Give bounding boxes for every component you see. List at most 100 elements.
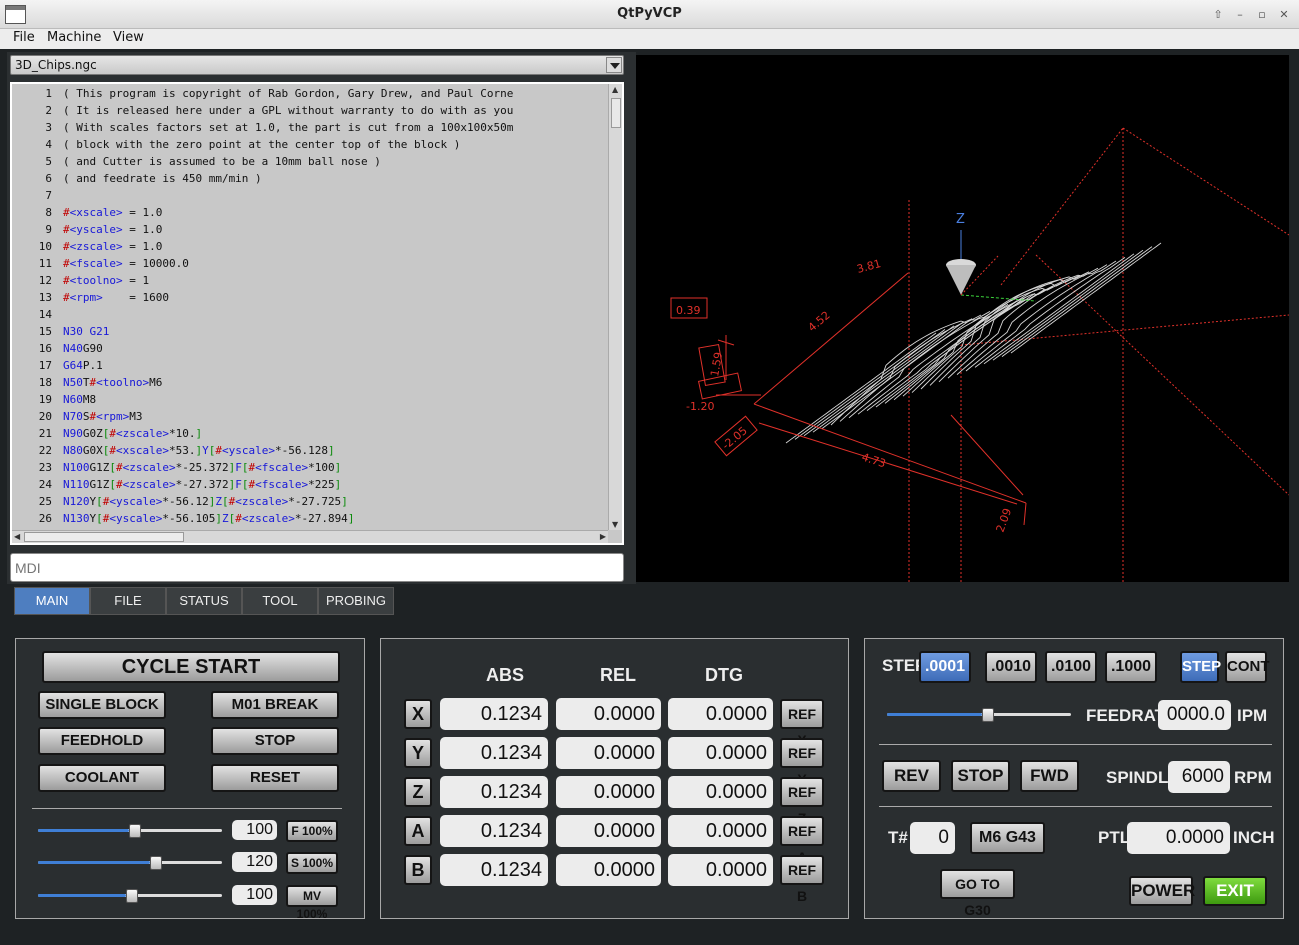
code-token: F (235, 478, 242, 491)
vertical-scroll-thumb[interactable] (611, 98, 621, 128)
dro-header-abs: ABS (486, 665, 525, 685)
m6-g43-button[interactable]: M6 G43 (970, 822, 1045, 854)
tool-cone-icon (946, 230, 1037, 302)
code-token: ] (195, 427, 203, 440)
spindle-stop-button[interactable]: STOP (951, 760, 1010, 792)
single-block-button[interactable]: SINGLE BLOCK (38, 691, 166, 719)
spindle-field[interactable]: 6000 (1168, 761, 1230, 793)
coolant-button[interactable]: COOLANT (38, 764, 166, 792)
close-icon[interactable]: ✕ (1276, 7, 1292, 23)
override-reset-button[interactable]: F 100% (286, 820, 338, 842)
vertical-scrollbar[interactable]: ▲ ▼ (608, 84, 622, 530)
spindle-fwd-button[interactable]: FWD (1020, 760, 1079, 792)
code-token: *-56.128 (274, 444, 328, 457)
tool-number-field[interactable]: 0 (910, 822, 955, 854)
file-selector-value: 3D_Chips.ngc (15, 58, 97, 72)
menu-view[interactable]: View (113, 30, 144, 45)
mode-cont-button[interactable]: CONT (1225, 651, 1270, 683)
go-to-g30-button[interactable]: GO TO G30 (940, 869, 1015, 918)
toolpath-3d-viewer[interactable]: 3.81 0.39 4.52 1.59 -1.20 -2.05 4.73 2.0… (636, 55, 1289, 582)
axis-a-label[interactable]: A (404, 816, 432, 846)
dtg-value-x: 0.0000 (668, 698, 773, 730)
code-line: N100G1Z[#<zscale>*-25.372]F[#<fscale>*10… (63, 461, 341, 474)
override-slider[interactable] (38, 886, 222, 906)
tab-status[interactable]: STATUS (166, 587, 242, 615)
mdi-field[interactable] (10, 553, 624, 582)
override-value[interactable]: 100 (232, 820, 277, 840)
jog-increment-button[interactable]: .0010 (985, 651, 1037, 683)
feedhold-button[interactable]: FEEDHOLD (38, 727, 166, 755)
code-token: ] (215, 512, 222, 525)
code-line: #<yscale> = 1.0 (63, 223, 162, 236)
code-token: <xscale> (116, 444, 169, 457)
ref-a-button[interactable]: REF A (780, 816, 824, 865)
code-token: ] (334, 461, 342, 474)
override-reset-button[interactable]: MV 100% (286, 885, 338, 921)
scroll-left-icon[interactable]: ◀ (14, 532, 20, 541)
spindle-rev-button[interactable]: REV (882, 760, 941, 792)
jog-increment-button[interactable]: .0100 (1045, 651, 1097, 683)
code-token: N30 (63, 325, 90, 338)
code-token: ( block with the zero point at the cente… (63, 138, 461, 151)
dim-label: 1.59 (708, 351, 725, 377)
ref-b-button[interactable]: REF B (780, 855, 824, 904)
mdi-input[interactable] (11, 554, 623, 581)
menu-machine[interactable]: Machine (47, 30, 101, 45)
m01-break-button[interactable]: M01 BREAK (211, 691, 339, 719)
horizontal-scrollbar[interactable]: ◀ ▶ (12, 530, 608, 543)
override-slider[interactable] (38, 853, 222, 873)
tab-file[interactable]: FILE (90, 587, 166, 615)
dro-header-dtg: DTG (705, 665, 743, 685)
override-slider-knob[interactable] (150, 856, 162, 870)
pane-splitter[interactable] (629, 52, 636, 584)
tab-main[interactable]: MAIN (14, 587, 90, 615)
power-button[interactable]: POWER (1129, 876, 1195, 906)
tab-probing[interactable]: PROBING (318, 587, 394, 615)
feedrate-field[interactable]: 0000.0 (1158, 700, 1231, 730)
ref-y-button[interactable]: REF Y (780, 738, 824, 787)
cycle-start-button[interactable]: CYCLE START (42, 651, 340, 683)
code-area[interactable]: ( This program is copyright of Rab Gordo… (62, 84, 607, 530)
reset-button[interactable]: RESET (211, 764, 339, 792)
code-token: P.1 (82, 359, 103, 372)
override-value[interactable]: 120 (232, 852, 277, 872)
axis-z-label[interactable]: Z (404, 777, 432, 807)
code-token: G1Z (89, 478, 110, 491)
feedrate-slider-knob[interactable] (982, 708, 994, 722)
override-slider[interactable] (38, 821, 222, 841)
menu-file[interactable]: File (13, 30, 35, 45)
minimize-icon[interactable]: – (1232, 7, 1248, 23)
maximize-icon[interactable]: ▫ (1254, 7, 1270, 23)
override-slider-knob[interactable] (126, 889, 138, 903)
override-reset-button[interactable]: S 100% (286, 852, 338, 874)
stop-button[interactable]: STOP (211, 727, 339, 755)
feedrate-slider[interactable] (887, 705, 1071, 725)
axis-y-label[interactable]: Y (404, 738, 432, 768)
mode-step-button[interactable]: STEP (1180, 651, 1221, 683)
override-slider-knob[interactable] (129, 824, 141, 838)
ref-z-button[interactable]: REF Z (780, 777, 824, 826)
axis-x-label[interactable]: X (404, 699, 432, 729)
axis-b-label[interactable]: B (404, 855, 432, 885)
jog-increment-button[interactable]: .1000 (1105, 651, 1157, 683)
code-line: #<rpm> = 1600 (63, 291, 169, 304)
code-token: = 1.0 (122, 206, 163, 219)
exit-button[interactable]: EXIT (1203, 876, 1267, 906)
ref-x-button[interactable]: REF X (780, 699, 824, 748)
pin-icon[interactable]: ⇧ (1210, 7, 1226, 23)
scroll-right-icon[interactable]: ▶ (600, 532, 606, 541)
line-number: 18 (38, 376, 52, 389)
horizontal-scroll-thumb[interactable] (24, 532, 184, 542)
scroll-down-icon[interactable]: ▼ (612, 520, 618, 529)
ptl-field[interactable]: 0.0000 (1127, 822, 1230, 854)
tab-tool[interactable]: TOOL (242, 587, 318, 615)
jog-increment-button[interactable]: .0001 (919, 651, 971, 683)
override-value[interactable]: 100 (232, 885, 277, 905)
scroll-up-icon[interactable]: ▲ (612, 85, 618, 94)
chevron-down-icon[interactable] (606, 57, 622, 73)
code-token: F (235, 461, 242, 474)
code-token: <toolno> (69, 274, 123, 287)
gcode-editor[interactable]: 1 2 3 4 5 6 7 8 9 10 11 12 13 14 15 16 17 18 19 20 21 22 23 24 2… (10, 82, 624, 545)
file-selector[interactable]: 3D_Chips.ngc (10, 55, 624, 75)
code-token: <zscale> (235, 495, 289, 508)
